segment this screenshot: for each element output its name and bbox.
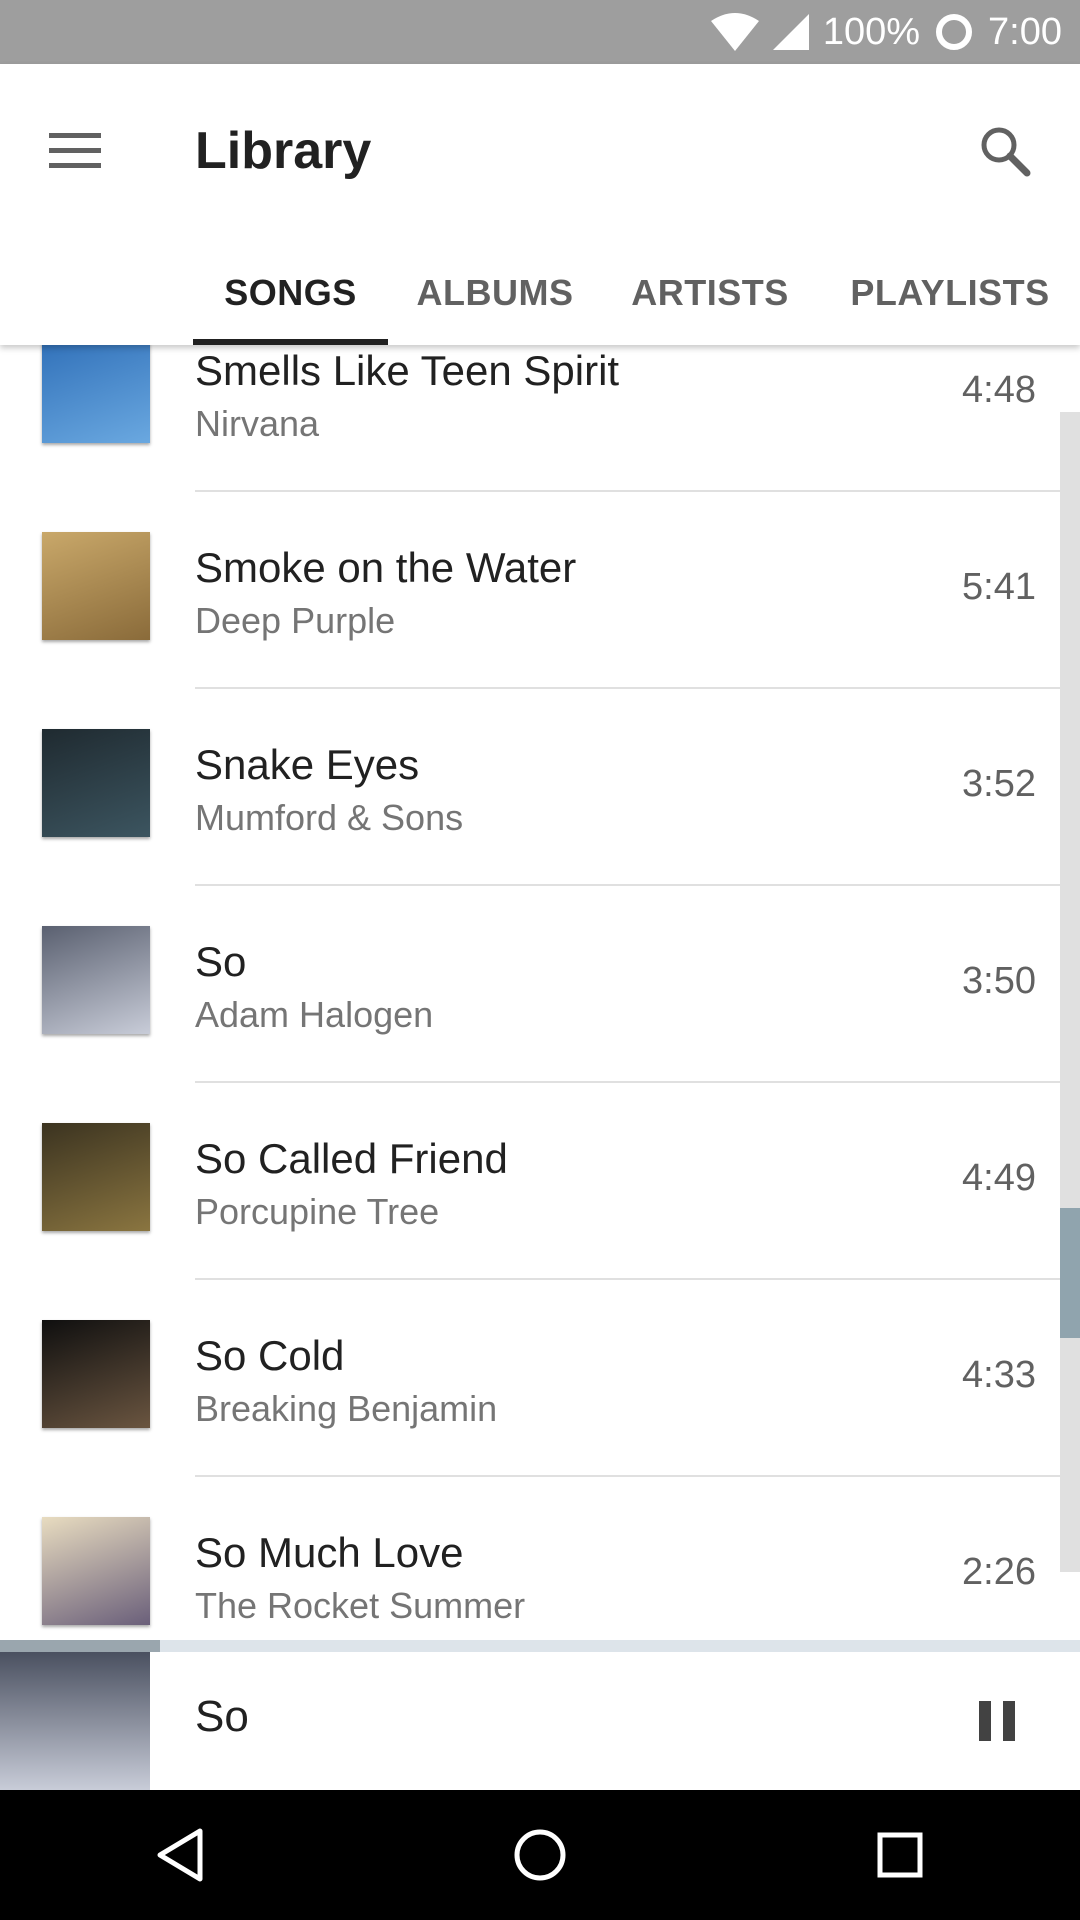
playback-progress[interactable]: [0, 1640, 160, 1652]
tab-bar: SONGS ALBUMS ARTISTS PLAYLISTS: [0, 241, 1080, 345]
song-title: So Much Love: [195, 1529, 464, 1576]
song-artist: Nirvana: [195, 403, 320, 444]
song-duration: 3:52: [962, 763, 1036, 805]
hamburger-menu-icon: [49, 133, 101, 168]
search-icon: [981, 127, 1031, 177]
album-art: [42, 1320, 150, 1428]
status-bar: 100% 7:00: [0, 0, 1080, 64]
song-duration: 3:50: [962, 960, 1036, 1002]
album-art: [42, 1517, 150, 1625]
scrollbar-track[interactable]: [1060, 412, 1080, 1572]
page-title: Library: [195, 122, 372, 180]
song-duration: 2:26: [962, 1551, 1036, 1593]
song-title: Smoke on the Water: [195, 544, 577, 591]
album-art: [42, 729, 150, 837]
tab-artists[interactable]: ARTISTS: [615, 241, 805, 345]
battery-percent: 100%: [822, 10, 921, 53]
scrollbar-thumb[interactable]: [1060, 1208, 1080, 1338]
album-art: [42, 345, 150, 443]
home-button[interactable]: [480, 1795, 600, 1915]
song-row[interactable]: So Much Love The Rocket Summer 2:26: [0, 1477, 1060, 1643]
song-title: Smells Like Teen Spirit: [195, 347, 620, 394]
now-playing-title: So: [195, 1692, 249, 1741]
song-title: Snake Eyes: [195, 741, 420, 788]
battery-icon: [934, 12, 974, 52]
song-duration: 4:33: [962, 1354, 1036, 1396]
now-playing-bar[interactable]: So: [0, 1640, 1080, 1790]
song-title: So Cold: [195, 1332, 345, 1379]
tab-songs[interactable]: SONGS: [193, 241, 388, 345]
song-artist: Deep Purple: [195, 600, 396, 641]
album-art: [42, 1123, 150, 1231]
back-button[interactable]: [120, 1795, 240, 1915]
song-duration: 4:49: [962, 1157, 1036, 1199]
back-icon: [157, 1828, 203, 1882]
song-title: So Called Friend: [195, 1135, 508, 1182]
song-artist: Breaking Benjamin: [195, 1388, 498, 1429]
now-playing-album-art: [0, 1652, 150, 1790]
tab-indicator: [193, 339, 388, 345]
song-artist: Porcupine Tree: [195, 1191, 440, 1232]
tab-playlists[interactable]: PLAYLISTS: [835, 241, 1065, 345]
app-bar: Library SONGS ALBUMS ARTISTS PLAYLISTS: [0, 64, 1080, 345]
pause-icon: [979, 1701, 1015, 1741]
song-row[interactable]: Snake Eyes Mumford & Sons 3:52: [0, 689, 1060, 886]
album-art: [42, 532, 150, 640]
song-artist: The Rocket Summer: [195, 1585, 526, 1626]
recents-button[interactable]: [840, 1795, 960, 1915]
tab-albums[interactable]: ALBUMS: [405, 241, 585, 345]
song-title: So: [195, 938, 247, 985]
song-row[interactable]: So Cold Breaking Benjamin 4:33: [0, 1280, 1060, 1477]
pause-button[interactable]: [954, 1678, 1040, 1764]
clock: 7:00: [988, 10, 1062, 53]
search-button[interactable]: [968, 114, 1042, 188]
wifi-icon: [710, 13, 759, 51]
system-nav-bar: [0, 1790, 1080, 1920]
cell-signal-icon: [772, 14, 809, 50]
song-row[interactable]: Smoke on the Water Deep Purple 5:41: [0, 492, 1060, 689]
song-row[interactable]: So Called Friend Porcupine Tree 4:49: [0, 1083, 1060, 1280]
home-icon: [514, 1829, 566, 1881]
song-duration: 4:48: [962, 369, 1036, 411]
song-artist: Mumford & Sons: [195, 797, 464, 838]
song-list[interactable]: Smells Like Teen Spirit Nirvana 4:48 Smo…: [0, 345, 1080, 1643]
recents-icon: [877, 1832, 923, 1878]
song-duration: 5:41: [962, 566, 1036, 608]
song-row[interactable]: Smells Like Teen Spirit Nirvana 4:48: [0, 345, 1060, 492]
menu-button[interactable]: [38, 114, 112, 188]
song-row[interactable]: So Adam Halogen 3:50: [0, 886, 1060, 1083]
album-art: [42, 926, 150, 1034]
song-artist: Adam Halogen: [195, 994, 434, 1035]
